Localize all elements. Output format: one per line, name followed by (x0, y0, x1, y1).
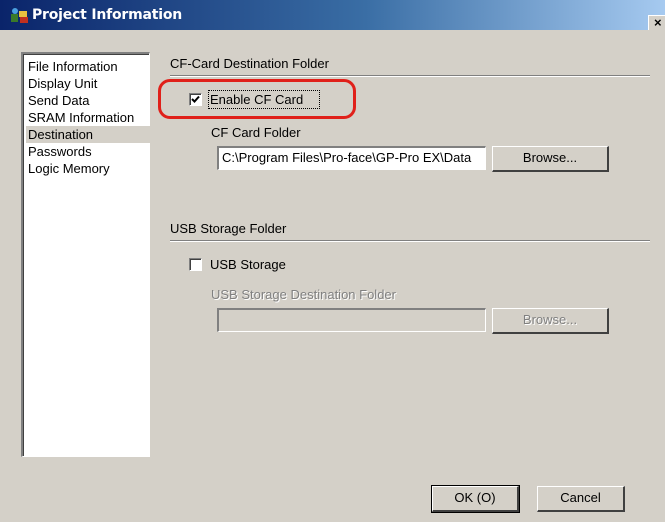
close-button[interactable]: × (648, 15, 665, 30)
ok-button[interactable]: OK (O) (431, 485, 520, 513)
nav-item-display-unit[interactable]: Display Unit (26, 75, 150, 92)
usb-browse-button[interactable]: Browse... (492, 308, 609, 334)
cf-card-folder-label: CF Card Folder (211, 125, 301, 140)
cancel-button[interactable]: Cancel (537, 486, 625, 512)
nav-item-passwords[interactable]: Passwords (26, 143, 150, 160)
project-icon (11, 8, 28, 23)
window-title: Project Information (32, 7, 183, 23)
usb-storage-label[interactable]: USB Storage (210, 257, 286, 272)
checkmark-icon (191, 95, 200, 103)
nav-item-file-information[interactable]: File Information (26, 58, 150, 75)
cf-card-folder-input[interactable]: C:\Program Files\Pro-face\GP-Pro EX\Data (217, 146, 486, 170)
title-bar: Project Information × (0, 0, 665, 30)
close-icon: × (654, 15, 662, 30)
cf-group-title: CF-Card Destination Folder (170, 56, 329, 71)
usb-storage-checkbox[interactable] (189, 258, 202, 271)
usb-group-separator (170, 240, 650, 242)
nav-item-logic-memory[interactable]: Logic Memory (26, 160, 150, 177)
nav-item-sram-information[interactable]: SRAM Information (26, 109, 150, 126)
cf-browse-button[interactable]: Browse... (492, 146, 609, 172)
nav-item-destination[interactable]: Destination (26, 126, 150, 143)
cf-group-separator (170, 75, 650, 77)
usb-group-title: USB Storage Folder (170, 221, 287, 236)
category-list[interactable]: File Information Display Unit Send Data … (21, 52, 150, 457)
nav-item-send-data[interactable]: Send Data (26, 92, 150, 109)
usb-folder-input[interactable] (217, 308, 486, 332)
enable-cf-card-checkbox[interactable] (189, 93, 202, 106)
usb-folder-label: USB Storage Destination Folder (211, 287, 396, 302)
enable-cf-card-label[interactable]: Enable CF Card (210, 92, 303, 107)
